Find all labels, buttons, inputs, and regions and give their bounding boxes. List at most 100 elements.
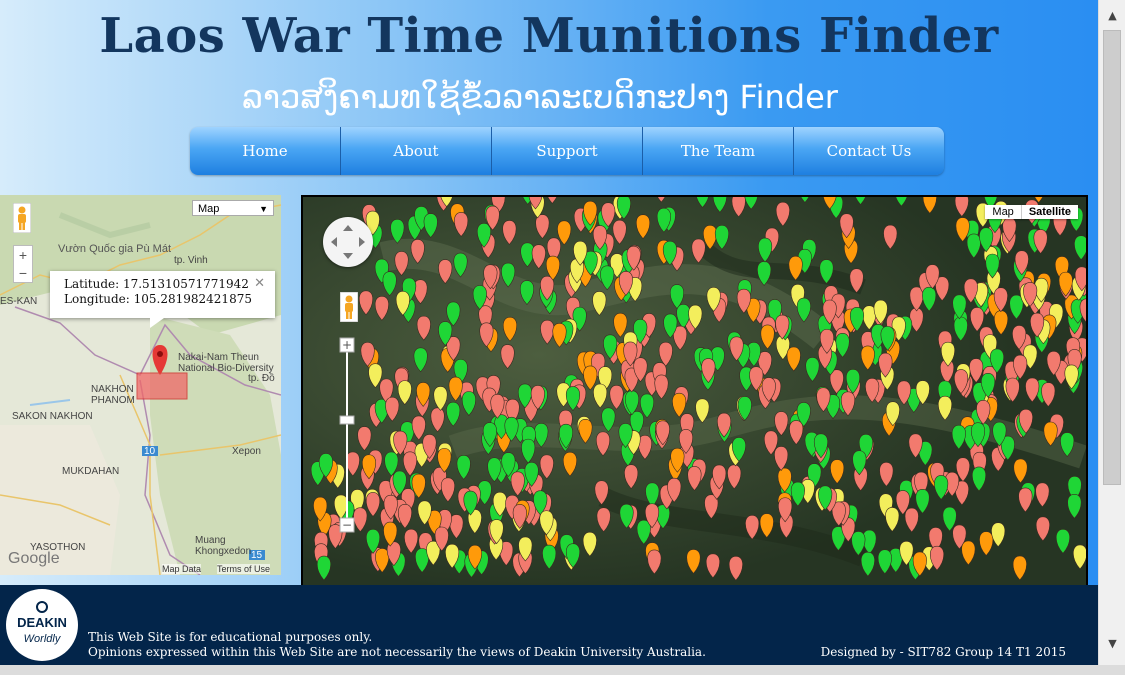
- nav-home[interactable]: Home: [190, 127, 341, 175]
- nav-contact-us[interactable]: Contact Us: [794, 127, 944, 175]
- munition-marker[interactable]: [1018, 487, 1033, 513]
- munition-marker[interactable]: [655, 197, 669, 203]
- munition-marker[interactable]: [805, 357, 820, 382]
- map-type-satellite-button[interactable]: Satellite: [1020, 205, 1078, 219]
- scroll-up-icon[interactable]: ▲: [1099, 6, 1125, 26]
- munition-marker[interactable]: [1074, 235, 1088, 261]
- street-view-pegman-icon[interactable]: [340, 292, 358, 322]
- munition-marker[interactable]: [542, 544, 557, 570]
- munition-marker[interactable]: [609, 385, 624, 410]
- munition-marker[interactable]: [885, 507, 900, 532]
- munition-marker[interactable]: [922, 286, 937, 312]
- deakin-logo[interactable]: DEAKIN Worldly: [6, 589, 78, 661]
- munition-marker[interactable]: [860, 551, 875, 577]
- munition-marker[interactable]: [546, 197, 560, 204]
- munition-marker[interactable]: [1013, 458, 1028, 484]
- munition-marker[interactable]: [1067, 493, 1082, 519]
- munition-marker[interactable]: [788, 255, 803, 281]
- munition-marker[interactable]: [1012, 555, 1027, 581]
- munition-marker[interactable]: [438, 259, 453, 285]
- munition-marker[interactable]: [357, 426, 372, 452]
- munition-marker[interactable]: [1055, 528, 1071, 554]
- munition-marker[interactable]: [775, 201, 790, 227]
- munition-marker[interactable]: [1035, 516, 1050, 542]
- munition-marker[interactable]: [502, 220, 517, 245]
- munition-marker[interactable]: [835, 333, 850, 358]
- munition-marker[interactable]: [712, 197, 727, 213]
- munition-marker[interactable]: [789, 420, 804, 445]
- munition-marker[interactable]: [365, 492, 381, 517]
- munition-marker[interactable]: [954, 197, 969, 217]
- munition-marker[interactable]: [757, 261, 772, 286]
- munition-marker[interactable]: [790, 481, 805, 507]
- munition-marker[interactable]: [830, 459, 845, 485]
- overview-zoom-out-button[interactable]: −: [14, 264, 32, 282]
- munition-marker[interactable]: [531, 244, 546, 270]
- munition-marker[interactable]: [448, 376, 463, 402]
- nav-the-team[interactable]: The Team: [643, 127, 794, 175]
- munition-marker[interactable]: [411, 415, 426, 441]
- munition-marker[interactable]: [540, 319, 555, 345]
- munition-marker[interactable]: [695, 398, 710, 424]
- munition-marker[interactable]: [1041, 382, 1056, 408]
- munition-marker[interactable]: [382, 271, 397, 297]
- munition-marker[interactable]: [521, 438, 536, 464]
- munition-marker[interactable]: [953, 316, 968, 342]
- munition-marker[interactable]: [883, 224, 898, 250]
- nav-support[interactable]: Support: [492, 127, 643, 175]
- pegman-icon[interactable]: [13, 203, 31, 233]
- munition-marker[interactable]: [991, 522, 1006, 548]
- munition-marker[interactable]: [691, 238, 706, 264]
- munition-marker[interactable]: [385, 396, 400, 422]
- munition-marker[interactable]: [879, 462, 894, 487]
- munition-marker[interactable]: [786, 346, 801, 372]
- munition-marker[interactable]: [539, 454, 554, 480]
- munition-marker[interactable]: [915, 489, 930, 514]
- munition-marker[interactable]: [970, 307, 985, 332]
- munition-marker[interactable]: [601, 407, 616, 433]
- munition-marker[interactable]: [404, 528, 419, 554]
- munition-marker[interactable]: [612, 219, 627, 245]
- munition-marker[interactable]: [582, 531, 597, 557]
- munition-marker[interactable]: [851, 531, 866, 556]
- munition-marker[interactable]: [854, 197, 868, 206]
- munition-marker[interactable]: [534, 422, 549, 448]
- munition-marker[interactable]: [934, 475, 949, 500]
- munition-marker[interactable]: [636, 519, 651, 545]
- munition-marker[interactable]: [456, 455, 471, 480]
- munition-marker[interactable]: [1025, 377, 1040, 403]
- munitions-map[interactable]: Map Satellite + −: [301, 195, 1088, 590]
- munition-marker[interactable]: [728, 555, 743, 581]
- munition-marker[interactable]: [353, 507, 368, 533]
- munition-marker[interactable]: [860, 345, 875, 371]
- munition-marker[interactable]: [446, 401, 461, 427]
- munition-marker[interactable]: [774, 446, 789, 471]
- munition-marker[interactable]: [461, 391, 476, 416]
- munition-marker[interactable]: [454, 212, 469, 237]
- munition-marker[interactable]: [727, 464, 742, 490]
- munition-marker[interactable]: [961, 540, 976, 566]
- munition-marker[interactable]: [596, 507, 611, 533]
- pan-control[interactable]: [323, 217, 373, 267]
- munition-marker[interactable]: [798, 197, 812, 203]
- munition-marker[interactable]: [501, 262, 516, 288]
- munition-marker[interactable]: [394, 251, 409, 276]
- munition-marker[interactable]: [672, 392, 687, 418]
- munition-marker[interactable]: [430, 407, 445, 433]
- munition-marker[interactable]: [1060, 432, 1075, 458]
- munition-marker[interactable]: [645, 482, 660, 508]
- map-zoom-out-button[interactable]: −: [342, 518, 352, 532]
- munition-marker[interactable]: [413, 347, 428, 373]
- munition-marker[interactable]: [895, 197, 909, 207]
- munition-marker[interactable]: [600, 265, 615, 291]
- scroll-down-icon[interactable]: ▼: [1099, 634, 1125, 654]
- munition-marker[interactable]: [737, 396, 752, 421]
- munition-marker[interactable]: [397, 503, 413, 529]
- terms-link[interactable]: Terms of Use: [217, 564, 271, 574]
- munition-marker[interactable]: [592, 291, 607, 316]
- munition-marker[interactable]: [922, 197, 937, 214]
- munition-marker[interactable]: [358, 290, 374, 316]
- munition-marker[interactable]: [654, 374, 669, 400]
- munition-marker[interactable]: [971, 466, 987, 492]
- munition-marker[interactable]: [796, 297, 811, 323]
